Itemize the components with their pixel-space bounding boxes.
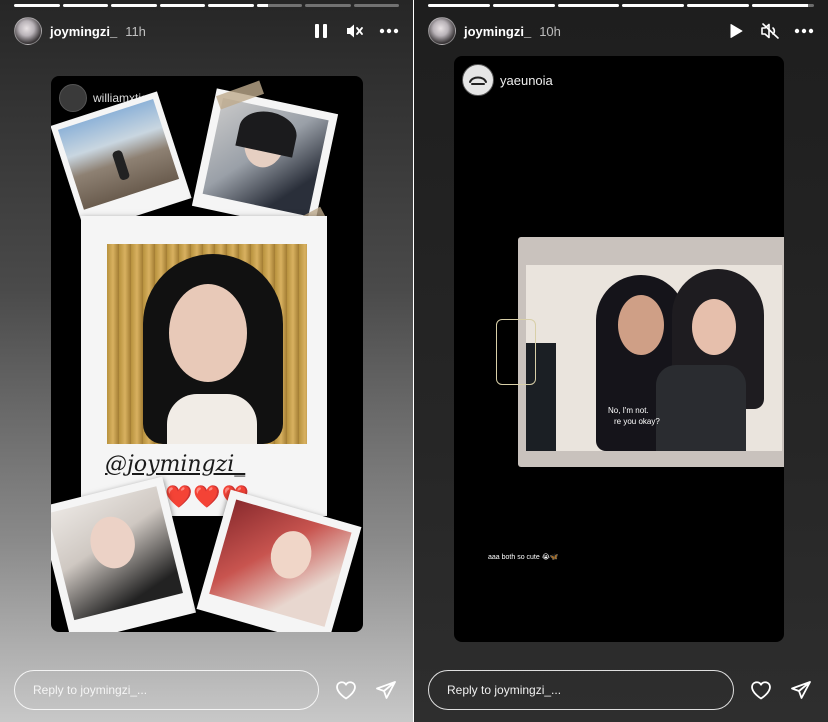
progress-segment — [62, 4, 108, 7]
send-icon[interactable] — [373, 677, 399, 703]
speaker-muted-icon[interactable] — [760, 21, 780, 41]
story-timestamp: 10h — [539, 23, 561, 39]
photo — [57, 98, 180, 210]
reply-bar — [428, 670, 814, 710]
reflection-highlight — [496, 319, 536, 385]
reply-input[interactable] — [14, 670, 319, 710]
speaker-muted-icon[interactable] — [345, 21, 365, 41]
shared-post-username: yaeunoia — [500, 72, 553, 88]
shared-post-author: yaeunoia — [462, 64, 553, 96]
progress-segment — [208, 4, 254, 7]
avatar[interactable] — [428, 17, 456, 45]
polaroid-photo — [51, 91, 192, 233]
story-caption: aaa both so cute 😭🦋 — [488, 554, 559, 561]
photo — [51, 486, 183, 621]
more-options-icon[interactable] — [794, 21, 814, 41]
more-options-icon[interactable] — [379, 21, 399, 41]
avatar — [59, 84, 87, 112]
pause-icon[interactable] — [311, 21, 331, 41]
story-username[interactable]: joymingzi_ — [50, 24, 117, 39]
progress-segment — [111, 4, 157, 7]
polaroid-main: @joymingzi_ ❤️❤️❤️ — [81, 216, 327, 516]
avatar[interactable] — [14, 17, 42, 45]
story-controls — [726, 21, 814, 41]
story-viewer-left[interactable]: joymingzi_ 11h williamxtia @joymingzi_ ❤… — [0, 0, 413, 722]
progress-segment — [557, 4, 620, 7]
progress-segment-current — [752, 4, 814, 7]
story-timestamp: 11h — [125, 23, 146, 39]
story-media: yaeunoia No, I'm not. re you okay? aaa b… — [454, 56, 784, 642]
progress-segment — [492, 4, 555, 7]
progress-segment — [14, 4, 60, 7]
story-header: joymingzi_ 10h — [428, 17, 814, 45]
progress-segment — [159, 4, 205, 7]
photo — [202, 97, 329, 217]
video-subtitle: No, I'm not. — [608, 406, 649, 415]
photo — [107, 244, 307, 444]
progress-segment-current — [256, 4, 302, 7]
heart-icon[interactable] — [748, 677, 774, 703]
progress-segment — [687, 4, 750, 7]
video-subtitle: re you okay? — [614, 417, 660, 426]
heart-icon[interactable] — [333, 677, 359, 703]
reply-bar — [14, 670, 399, 710]
story-header: joymingzi_ 11h — [14, 17, 399, 45]
story-progress-bar — [428, 4, 814, 7]
send-icon[interactable] — [788, 677, 814, 703]
story-username[interactable]: joymingzi_ — [464, 24, 531, 39]
progress-segment — [428, 4, 490, 7]
mention-sticker[interactable]: @joymingzi_ — [105, 452, 245, 477]
tv-screen: No, I'm not. re you okay? — [526, 265, 782, 451]
play-icon[interactable] — [726, 21, 746, 41]
reply-input[interactable] — [428, 670, 734, 710]
photo — [209, 499, 352, 627]
story-viewer-right[interactable]: joymingzi_ 10h yaeunoia No, I'm not. re … — [414, 0, 828, 722]
story-progress-bar — [14, 4, 399, 7]
progress-segment — [353, 4, 399, 7]
progress-segment — [622, 4, 685, 7]
progress-segment — [305, 4, 351, 7]
tv-photo: No, I'm not. re you okay? — [496, 237, 784, 467]
story-media: williamxtia @joymingzi_ ❤️❤️❤️ — [51, 76, 363, 632]
story-controls — [311, 21, 399, 41]
avatar — [462, 64, 494, 96]
